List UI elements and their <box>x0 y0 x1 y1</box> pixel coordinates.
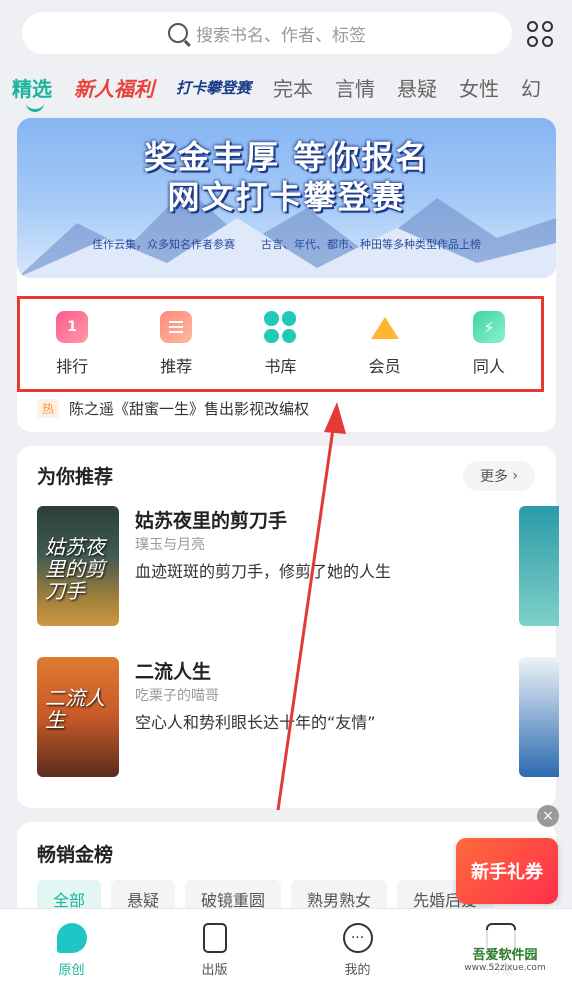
close-icon[interactable]: × <box>537 805 559 827</box>
book-author: 璞玉与月亮 <box>135 537 205 553</box>
tab-mystery[interactable]: 悬疑 <box>386 73 448 102</box>
fan-fiction-icon <box>472 311 505 343</box>
new-user-coupon[interactable]: 新手礼券 <box>456 838 558 904</box>
book-cover-peek[interactable] <box>519 657 559 777</box>
category-tabs: 精选 新人福利 打卡攀登赛 完本 言情 悬疑 女性 幻 <box>0 66 572 112</box>
book-author: 吃栗子的喵哥 <box>135 688 219 704</box>
quick-nav-library[interactable]: 书库 <box>245 311 315 377</box>
bird-icon <box>56 923 87 953</box>
chevron-right-icon: › <box>507 468 519 484</box>
book-cover: 二流人生 <box>37 657 119 777</box>
bestseller-title: 畅销金榜 <box>37 844 114 866</box>
hot-badge: 热 <box>37 399 60 418</box>
tab-romance[interactable]: 言情 <box>324 73 386 102</box>
tab-checkin-contest[interactable]: 打卡攀登赛 <box>165 77 262 98</box>
book-desc: 血迹斑斑的剪刀手，修剪了她的人生 <box>135 562 392 581</box>
quick-nav-rank[interactable]: 排行 <box>37 311 107 377</box>
nav-publish[interactable]: 出版 <box>143 909 286 988</box>
quick-nav-highlight: 排行 推荐 书库 会员 同人 <box>17 296 544 392</box>
tab-completed[interactable]: 完本 <box>262 73 324 102</box>
category-grid-icon[interactable] <box>527 21 553 47</box>
contest-banner[interactable]: 奖金丰厚 等你报名 网文打卡攀登赛 佳作云集，众多知名作者参赛 古言、年代、都市… <box>17 118 556 278</box>
library-icon <box>264 311 297 343</box>
quick-nav-vip[interactable]: 会员 <box>350 311 420 377</box>
book-item[interactable]: 二流人生 二流人生 吃栗子的喵哥 空心人和势利眼长达十年的“友情” <box>37 657 376 777</box>
search-icon <box>168 23 188 43</box>
book-title: 二流人生 <box>135 661 212 683</box>
search-bar[interactable]: 搜索书名、作者、标签 <box>22 12 512 54</box>
nav-original[interactable]: 原创 <box>0 909 143 988</box>
more-button[interactable]: 更多 › <box>463 461 535 491</box>
tab-female[interactable]: 女性 <box>448 73 510 102</box>
book-cover-peek[interactable] <box>519 506 559 626</box>
book-desc: 空心人和势利眼长达十年的“友情” <box>135 713 376 732</box>
rank-icon <box>56 311 89 343</box>
book-cover: 姑苏夜里的剪刀手 <box>37 506 119 626</box>
tab-fantasy[interactable]: 幻 <box>510 73 552 102</box>
tab-featured[interactable]: 精选 <box>0 73 63 112</box>
book-item[interactable]: 姑苏夜里的剪刀手 姑苏夜里的剪刀手 璞玉与月亮 血迹斑斑的剪刀手，修剪了她的人生 <box>37 506 391 626</box>
news-ticker[interactable]: 热 陈之遥《甜蜜一生》售出影视改编权 <box>37 398 309 419</box>
site-watermark: 吾爱软件园 www.52zixue.com <box>440 930 570 986</box>
crown-icon <box>369 311 401 343</box>
nav-mine[interactable]: 我的 <box>286 909 429 988</box>
book-icon <box>202 923 227 953</box>
recommend-icon <box>160 311 193 343</box>
profile-icon <box>342 923 373 953</box>
quick-nav-fan-fiction[interactable]: 同人 <box>454 311 524 377</box>
recommend-title: 为你推荐 <box>37 466 114 488</box>
banner-caption: 佳作云集，众多知名作者参赛 古言、年代、都市、种田等多种类型作品上榜 <box>92 238 481 251</box>
tab-newbie-welfare[interactable]: 新人福利 <box>63 73 165 102</box>
search-placeholder: 搜索书名、作者、标签 <box>196 25 366 46</box>
banner-subheadline: 网文打卡攀登赛 <box>167 178 406 216</box>
news-text: 陈之遥《甜蜜一生》售出影视改编权 <box>69 400 310 418</box>
quick-nav-recommend[interactable]: 推荐 <box>141 311 211 377</box>
book-title: 姑苏夜里的剪刀手 <box>135 510 288 532</box>
